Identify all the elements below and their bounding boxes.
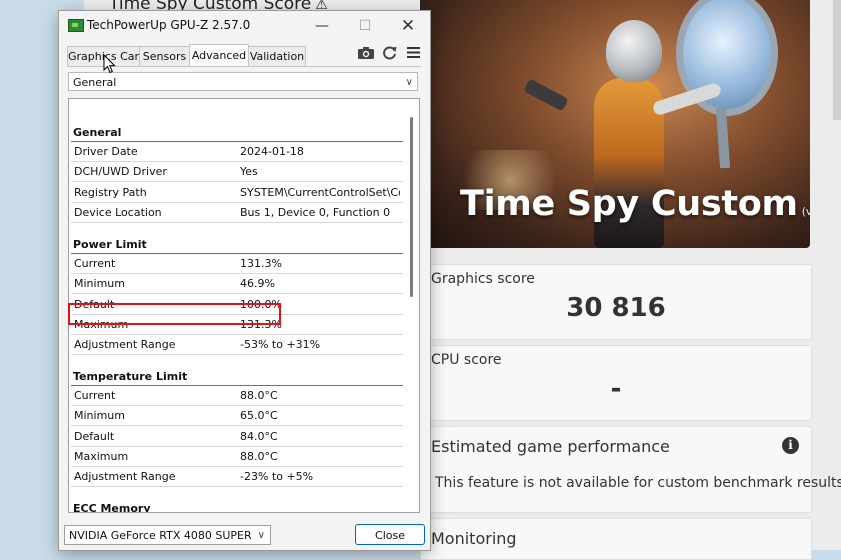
hero-title: Time Spy Custom(v1.2) (460, 184, 810, 224)
info-row[interactable]: DCH/UWD Driver Yes (71, 162, 403, 182)
close-window-button[interactable]: ✕ (386, 11, 430, 41)
info-row-label: Device Location (74, 206, 162, 219)
info-row-value: 84.0°C (240, 430, 278, 443)
hero-magnifier-handle (715, 107, 731, 169)
tab-advanced[interactable]: Advanced (189, 44, 249, 66)
chevron-down-icon: ∨ (405, 77, 413, 88)
info-row-value: 46.9% (240, 277, 275, 290)
camera-icon[interactable] (357, 45, 375, 61)
info-row-value: -23% to +5% (240, 470, 314, 483)
close-button[interactable]: Close (355, 524, 425, 545)
info-row-value: 65.0°C (240, 409, 278, 422)
hero-figure-pistol (523, 78, 569, 112)
gpu-select-value: NVIDIA GeForce RTX 4080 SUPER (69, 529, 252, 542)
info-row-label: Default (74, 430, 115, 443)
info-icon[interactable]: i (782, 437, 799, 454)
info-row[interactable]: Adjustment Range -53% to +31% (71, 335, 403, 355)
menu-icon[interactable] (406, 45, 421, 60)
info-row[interactable]: Registry Path SYSTEM\CurrentControlSet\Co… (71, 183, 403, 203)
game-performance-card: Estimated game performance i This featur… (420, 426, 841, 513)
info-row-label: DCH/UWD Driver (74, 165, 167, 178)
info-row-value: 131.3% (240, 257, 282, 270)
info-row-value: Bus 1, Device 0, Function 0 (240, 206, 391, 219)
hero-title-text: Time Spy Custom (460, 184, 798, 224)
cpu-score-card: CPU score - (420, 345, 812, 421)
graphics-score-label: Graphics score (431, 271, 535, 287)
highlight-annotation (68, 303, 281, 325)
info-row[interactable]: Driver Date 2024-01-18 (71, 142, 403, 162)
info-row[interactable]: Adjustment Range -23% to +5% (71, 467, 403, 487)
info-row-value: 2024-01-18 (240, 145, 304, 158)
info-row-label: Minimum (74, 277, 125, 290)
graphics-score-value: 30 816 (566, 293, 666, 323)
gpu-select-dropdown[interactable]: NVIDIA GeForce RTX 4080 SUPER ∨ (64, 525, 271, 545)
hero-banner: Time Spy Custom(v1.2) (420, 0, 810, 248)
info-row-label: Minimum (74, 409, 125, 422)
info-row-label: Adjustment Range (74, 338, 176, 351)
info-row-label: Current (74, 389, 116, 402)
game-performance-heading: Estimated game performance (431, 437, 670, 456)
monitoring-card: Monitoring (420, 518, 812, 560)
cpu-score-value: - (610, 374, 622, 404)
section-heading-power-limit: Power Limit (73, 238, 147, 251)
hero-figure-helmet (606, 20, 662, 82)
chevron-down-icon: ∨ (257, 530, 265, 541)
info-row[interactable]: Current 88.0°C (71, 386, 403, 406)
info-row-value: SYSTEM\CurrentControlSet\Con (240, 186, 400, 199)
info-row-value: 88.0°C (240, 450, 278, 463)
hero-version: (v1.2) (801, 205, 810, 218)
gpuz-app-icon (68, 19, 84, 32)
info-row[interactable]: Minimum 46.9% (71, 274, 403, 294)
mouse-cursor-icon (103, 54, 116, 74)
section-heading-general: General (73, 126, 122, 139)
category-dropdown[interactable]: General ∨ (68, 72, 418, 91)
category-dropdown-value: General (73, 76, 117, 89)
info-row-value: 88.0°C (240, 389, 278, 402)
info-row-label: Registry Path (74, 186, 147, 199)
cpu-score-label: CPU score (431, 352, 502, 368)
info-row-label: Driver Date (74, 145, 138, 158)
section-heading-ecc-memory: ECC Memory (73, 502, 151, 513)
page-scrollbar[interactable] (833, 0, 841, 120)
info-row[interactable]: Current 131.3% (71, 254, 403, 274)
graphics-score-card: Graphics score 30 816 (420, 264, 812, 340)
tab-sensors[interactable]: Sensors (139, 46, 190, 66)
section-heading-temperature-limit: Temperature Limit (73, 370, 188, 383)
tab-separator (67, 66, 421, 67)
info-row[interactable]: Default 84.0°C (71, 427, 403, 447)
info-row[interactable]: Maximum 88.0°C (71, 447, 403, 467)
game-performance-message: This feature is not available for custom… (435, 475, 841, 491)
maximize-button[interactable]: ☐ (343, 11, 387, 41)
window-title: TechPowerUp GPU-Z 2.57.0 (87, 18, 251, 32)
info-row[interactable]: Minimum 65.0°C (71, 406, 403, 426)
tab-validation[interactable]: Validation (248, 46, 306, 66)
info-row-value: Yes (240, 165, 258, 178)
minimize-button[interactable]: — (300, 11, 344, 41)
info-row-label: Adjustment Range (74, 470, 176, 483)
refresh-icon[interactable] (381, 44, 398, 61)
info-row-label: Maximum (74, 450, 129, 463)
panel-scrollbar-thumb[interactable] (410, 117, 413, 297)
info-row[interactable]: Device Location Bus 1, Device 0, Function… (71, 203, 403, 223)
info-row-value: -53% to +31% (240, 338, 321, 351)
monitoring-heading: Monitoring (431, 529, 517, 548)
info-row-label: Current (74, 257, 116, 270)
title-bar[interactable]: TechPowerUp GPU-Z 2.57.0 — ☐ ✕ (59, 11, 430, 41)
gpuz-window: TechPowerUp GPU-Z 2.57.0 — ☐ ✕ Graphics … (59, 11, 430, 550)
